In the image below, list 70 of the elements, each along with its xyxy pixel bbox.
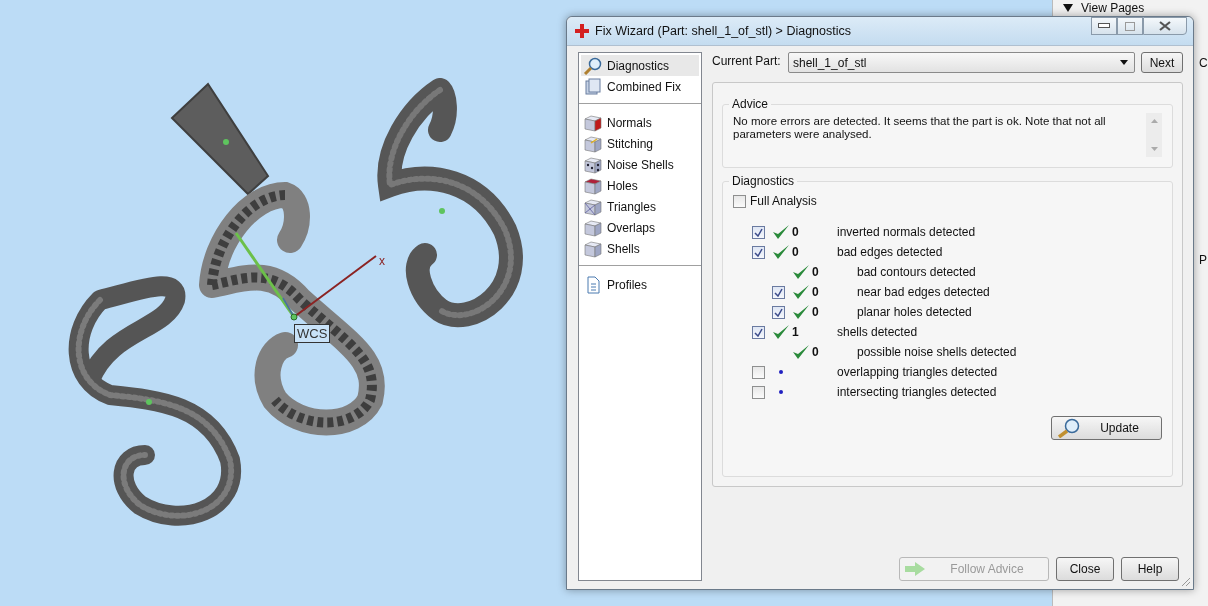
advice-text: No more errors are detected. It seems that the part is ok. Note that not all parameters were analysed. — [733, 115, 1107, 141]
diagnostic-label: intersecting triangles detected — [837, 385, 997, 399]
group-title: Advice — [731, 97, 770, 111]
next-button[interactable]: Next — [1141, 52, 1183, 73]
count: 0 — [812, 265, 819, 279]
minimize-button[interactable] — [1091, 17, 1117, 35]
diagnostic-label: overlapping triangles detected — [837, 365, 998, 379]
navigation-item[interactable]: Triangles — [581, 196, 699, 217]
cross-icon — [575, 24, 589, 38]
collapse-icon[interactable] — [1063, 4, 1073, 12]
count: 1 — [792, 325, 799, 339]
cube-icon — [583, 197, 603, 216]
diagnostic-label: planar holes detected — [857, 305, 972, 319]
group-title: Diagnostics — [731, 174, 796, 188]
diagnostic-label: bad edges detected — [837, 245, 943, 259]
checkbox[interactable] — [752, 325, 765, 339]
navigation-item[interactable]: Stitching — [581, 133, 699, 154]
navigation-item[interactable]: Noise Shells — [581, 154, 699, 175]
navigation-item[interactable]: Holes — [581, 175, 699, 196]
checkbox[interactable] — [752, 365, 765, 379]
checkbox[interactable] — [752, 225, 765, 239]
search-icon — [1056, 418, 1082, 438]
checkbox[interactable] — [772, 305, 785, 319]
diagnostic-label: possible noise shells detected — [857, 345, 1017, 359]
cube-icon — [583, 176, 603, 195]
cube-icon — [583, 155, 603, 174]
update-button[interactable]: Update — [1051, 416, 1162, 440]
diagnostic-label: near bad edges detected — [857, 285, 990, 299]
count: 0 — [812, 305, 819, 319]
navigation-item[interactable]: Overlaps — [581, 217, 699, 238]
count: 0 — [812, 285, 819, 299]
wcs-label: WCS — [294, 324, 331, 343]
resize-grip-icon[interactable] — [1181, 577, 1191, 587]
window-title: Fix Wizard (Part: shell_1_of_stl) > Diagnostics — [595, 24, 852, 38]
checkbox[interactable] — [733, 194, 746, 208]
pages-icon — [583, 77, 603, 96]
checkbox[interactable] — [772, 285, 785, 299]
cube-icon — [583, 218, 603, 237]
search-icon — [583, 56, 603, 75]
checkbox[interactable] — [752, 245, 765, 259]
footer-button[interactable]: Help — [1121, 557, 1179, 581]
minimize-icon — [1098, 23, 1110, 29]
count: 0 — [812, 345, 819, 359]
count: 0 — [792, 225, 799, 239]
panel-text: P — [1199, 253, 1207, 267]
diagnostic-label: shells detected — [837, 325, 918, 339]
navigation-item[interactable]: Diagnostics — [581, 55, 699, 76]
checkbox[interactable] — [752, 385, 765, 399]
maximize-icon — [1125, 21, 1135, 31]
current-part-label: Current Part: — [712, 53, 782, 68]
close-window-button[interactable] — [1143, 17, 1187, 35]
axis-label: x — [379, 254, 385, 268]
cube-icon — [583, 239, 603, 258]
dropdown-caret-icon — [1120, 60, 1128, 65]
checkbox-label: Full Analysis — [750, 194, 817, 208]
navigation-item[interactable]: Shells — [581, 238, 699, 259]
footer-button[interactable]: Close — [1056, 557, 1114, 581]
navigation-item[interactable]: Normals — [581, 112, 699, 133]
cube-icon — [583, 134, 603, 153]
close-icon — [1159, 21, 1171, 31]
diagnostic-label: bad contours detected — [857, 265, 976, 279]
arrow-icon — [904, 561, 926, 577]
navigation-item[interactable]: Combined Fix — [581, 76, 699, 97]
diagnostic-label: inverted normals detected — [837, 225, 976, 239]
panel-text: C — [1199, 56, 1208, 70]
part-dropdown[interactable]: shell_1_of_stl — [788, 52, 1135, 73]
navigation-item[interactable]: Profiles — [581, 274, 699, 295]
panel-header[interactable]: View Pages — [1081, 1, 1145, 15]
cube-icon — [583, 113, 603, 132]
count: 0 — [792, 245, 799, 259]
